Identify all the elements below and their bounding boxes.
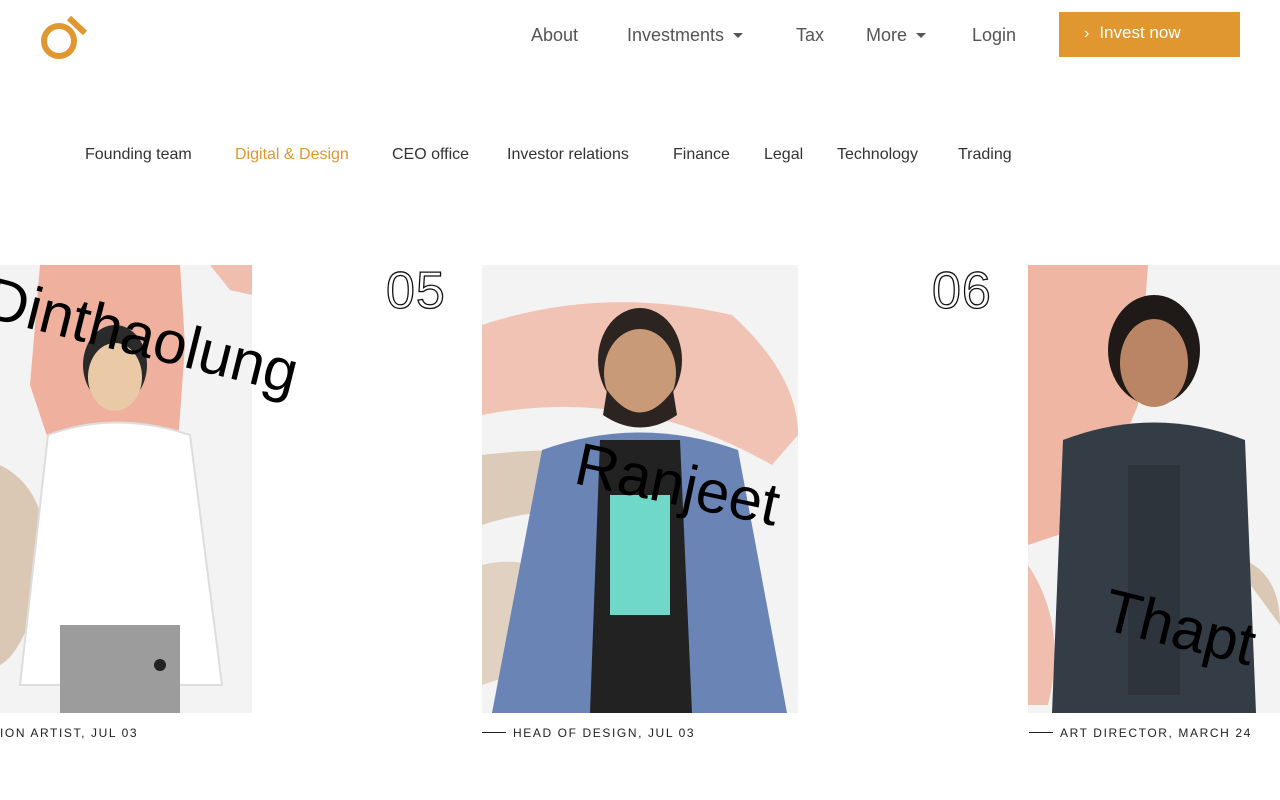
nav-tax[interactable]: Tax	[796, 22, 824, 48]
caret-down-icon	[733, 33, 744, 38]
team-member-number: 06	[931, 261, 992, 320]
nav-more[interactable]: More	[866, 22, 927, 48]
team-member-caption: HEAD OF DESIGN, JUL 03	[482, 726, 695, 740]
nav-investments-label: Investments	[627, 25, 725, 45]
caption-dash	[1029, 732, 1053, 733]
tab-digital-design[interactable]: Digital & Design	[235, 145, 349, 165]
tab-ceo-office[interactable]: CEO office	[392, 145, 469, 165]
nav-about[interactable]: About	[531, 22, 578, 48]
tab-trading[interactable]: Trading	[958, 145, 1012, 165]
caret-down-icon	[916, 33, 927, 38]
tab-investor-relations[interactable]: Investor relations	[507, 145, 629, 165]
caption-dash	[482, 732, 506, 733]
nav-about-label: About	[531, 25, 579, 45]
nav-login-label: Login	[972, 25, 1017, 45]
chevron-right-icon: ›	[1084, 25, 1090, 42]
nav-tax-label: Tax	[796, 25, 825, 45]
invest-now-label: Invest now	[1099, 23, 1181, 42]
tab-finance[interactable]: Finance	[673, 145, 730, 165]
caption-text: ART DIRECTOR, MARCH 24	[1060, 726, 1252, 740]
tab-legal[interactable]: Legal	[764, 145, 803, 165]
team-tabs: Founding team Digital & Design CEO offic…	[0, 145, 1280, 169]
team-member-caption: ION ARTIST, JUL 03	[0, 726, 139, 740]
nav-login[interactable]: Login	[972, 22, 1016, 48]
invest-now-button[interactable]: › Invest now	[1059, 12, 1240, 57]
team-member-number: 05	[385, 261, 446, 320]
tab-technology[interactable]: Technology	[837, 145, 918, 165]
caption-text: HEAD OF DESIGN, JUL 03	[513, 726, 696, 740]
nav-more-label: More	[866, 25, 908, 45]
nav-investments[interactable]: Investments	[627, 22, 744, 48]
tab-founding-team[interactable]: Founding team	[85, 145, 192, 165]
team-member-caption: ART DIRECTOR, MARCH 24	[1029, 726, 1252, 740]
